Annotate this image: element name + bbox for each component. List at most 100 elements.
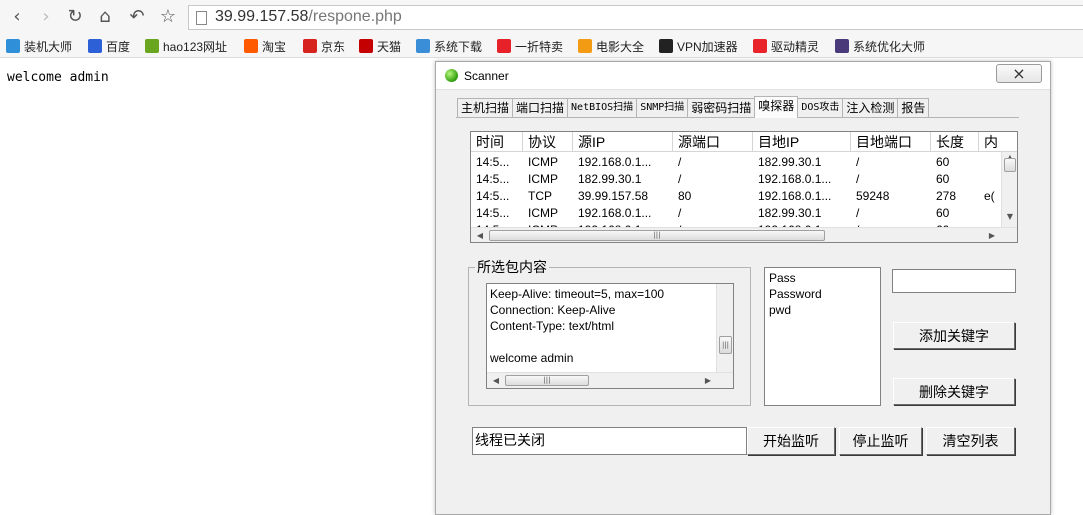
bookmark-label: 驱动精灵 [771, 39, 820, 54]
packet-cell: / [856, 172, 860, 186]
column-header[interactable]: 目地端口 [851, 132, 931, 152]
installer-icon [6, 39, 20, 53]
stop-listening-button[interactable]: 停止监听 [839, 427, 922, 455]
tmall-icon [359, 39, 373, 53]
packet-cell: 182.99.30.1 [758, 206, 822, 220]
bookmark-item[interactable]: 装机大师 [6, 38, 72, 54]
bookmark-item[interactable]: hao123网址 [145, 38, 227, 54]
column-header[interactable]: 长度 [931, 132, 979, 152]
scroll-right-icon[interactable]: ▶ [987, 231, 997, 240]
start-listening-button[interactable]: 开始监听 [747, 427, 835, 455]
packet-cell: 14:5... [476, 189, 510, 203]
packet-cell: 278 [936, 189, 957, 203]
bookmark-item[interactable]: 一折特卖 [497, 38, 563, 54]
hscroll-thumb[interactable]: ||| [489, 230, 825, 241]
optimizer-icon [835, 39, 849, 53]
globe-icon [416, 39, 430, 53]
url-text[interactable]: 39.99.157.58/respone.php [215, 8, 402, 26]
bookmark-item[interactable]: 系统优化大师 [835, 38, 925, 54]
bookmark-item[interactable]: VPN加速器 [659, 38, 738, 54]
status-field: 线程已关闭 [472, 427, 747, 455]
bookmark-item[interactable]: 电影大全 [578, 38, 644, 54]
packet-cell: ICMP [528, 206, 558, 220]
tab-1[interactable]: 端口扫描 [512, 98, 569, 118]
close-button[interactable]: × [996, 64, 1042, 83]
packet-cell: 60 [936, 206, 950, 220]
packet-list-hscroll[interactable]: ◀ ||| ▶ [471, 227, 1017, 242]
home-icon[interactable]: ⌂ [94, 6, 116, 28]
tab-8[interactable]: 报告 [897, 98, 930, 118]
vscroll-thumb[interactable] [1004, 158, 1016, 172]
content-hscroll[interactable]: ◀ ||| ▶ [487, 372, 733, 388]
packet-cell: 182.99.30.1 [578, 172, 642, 186]
page-icon [196, 11, 207, 25]
keyword-list[interactable]: Pass Password pwd [764, 267, 881, 406]
column-header[interactable]: 源端口 [673, 132, 753, 152]
packet-cell: 192.168.0.1... [758, 172, 832, 186]
packet-content-textarea[interactable]: welcome admin Content-Type: text/html Conn… [486, 283, 734, 389]
keyword-item[interactable]: pwd [769, 302, 791, 318]
bookmark-star-icon[interactable]: ☆ [157, 6, 179, 28]
scroll-down-icon[interactable]: ▼ [1002, 212, 1017, 221]
content-vscroll-thumb[interactable]: ||| [719, 336, 732, 354]
forward-icon[interactable]: › [35, 6, 57, 28]
packet-cell: ICMP [528, 172, 558, 186]
packet-row[interactable]: 14:5... ICMP 192.168.0.1... / 182.99.30.1 / 60 [471, 205, 1001, 222]
bookmark-item[interactable]: 天猫 [359, 38, 401, 54]
keyword-item[interactable]: Pass [769, 270, 796, 286]
content-hscroll-thumb[interactable]: ||| [505, 375, 589, 386]
packet-row[interactable]: 14:5... ICMP 182.99.30.1 / 192.168.0.1... / 60 [471, 171, 1001, 188]
column-header[interactable]: 内 [979, 132, 1017, 152]
column-header[interactable]: 协议 [523, 132, 573, 152]
address-bar[interactable]: 39.99.157.58/respone.php [188, 5, 1083, 30]
column-header[interactable]: 目地IP [753, 132, 851, 152]
packet-cell: 14:5... [476, 206, 510, 220]
tab-0[interactable]: 主机扫描 [457, 98, 514, 118]
packet-row[interactable]: 14:5... TCP 39.99.157.58 80 192.168.0.1... 59… [471, 188, 1001, 205]
scanner-titlebar[interactable]: Scanner × [436, 62, 1050, 90]
content-vscroll[interactable]: ||| [716, 284, 733, 372]
bookmark-item[interactable]: 京东 [303, 38, 345, 54]
add-keyword-button[interactable]: 添加关键字 [893, 322, 1015, 349]
tab-6[interactable]: DOS攻击 [797, 98, 844, 118]
tab-strip: 主机扫描 端口扫描 NetBIOS扫描 SNMP扫描 弱密码扫描 嗅探器 DOS攻击 注入检测… [457, 96, 930, 118]
packet-cell: 39.99.157.58 [578, 189, 649, 203]
vpn-icon [659, 39, 673, 53]
delete-keyword-button[interactable]: 删除关键字 [893, 378, 1015, 405]
bookmark-item[interactable]: 百度 [88, 38, 130, 54]
packet-cell: 59248 [856, 189, 890, 203]
tab-3[interactable]: SNMP扫描 [636, 98, 689, 118]
packet-row[interactable]: 14:5... ICMP 192.168.0.1... / 182.99.30.1 / 60 [471, 154, 1001, 171]
bookmark-item[interactable]: 驱动精灵 [753, 38, 819, 54]
bookmark-label: 系统优化大师 [853, 39, 926, 54]
close-icon: × [1012, 64, 1026, 83]
packet-list-vscroll[interactable]: ▲ ▼ [1001, 152, 1017, 227]
reload-icon[interactable]: ↻ [64, 6, 86, 28]
bookmark-item[interactable]: 淘宝 [244, 38, 286, 54]
back-icon[interactable]: ‹ [6, 6, 28, 28]
column-header[interactable]: 时间 [471, 132, 523, 152]
packet-cell: 192.168.0.1... [758, 189, 832, 203]
tab-2[interactable]: NetBIOS扫描 [567, 98, 638, 118]
tab-4[interactable]: 弱密码扫描 [687, 98, 756, 118]
undo-icon[interactable]: ↶ [126, 6, 148, 28]
baidu-paw-icon [88, 39, 102, 53]
content-scroll-right-icon[interactable]: ▶ [703, 376, 713, 385]
packet-cell: 60 [936, 172, 950, 186]
taobao-icon [244, 39, 258, 53]
content-scroll-left-icon[interactable]: ◀ [491, 376, 501, 385]
window-title: Scanner [464, 69, 509, 83]
packet-content-line: Keep-Alive: timeout=5, max=100 [490, 287, 665, 301]
keyword-item[interactable]: Password [769, 286, 822, 302]
scroll-left-icon[interactable]: ◀ [475, 231, 485, 240]
keyword-input[interactable] [892, 269, 1016, 293]
clear-list-button[interactable]: 清空列表 [926, 427, 1015, 455]
tab-5[interactable]: 嗅探器 [754, 96, 799, 118]
tab-7[interactable]: 注入检测 [842, 98, 899, 118]
packet-list[interactable]: 时间 协议 源IP 源端口 目地IP 目地端口 长度内 14:5... ICMP 192.168… [470, 131, 1018, 243]
column-header[interactable]: 源IP [573, 132, 673, 152]
url-path: /respone.php [308, 8, 402, 25]
bookmark-item[interactable]: 系统下载 [416, 38, 482, 54]
bookmark-label: 百度 [106, 39, 131, 54]
film-icon [578, 39, 592, 53]
